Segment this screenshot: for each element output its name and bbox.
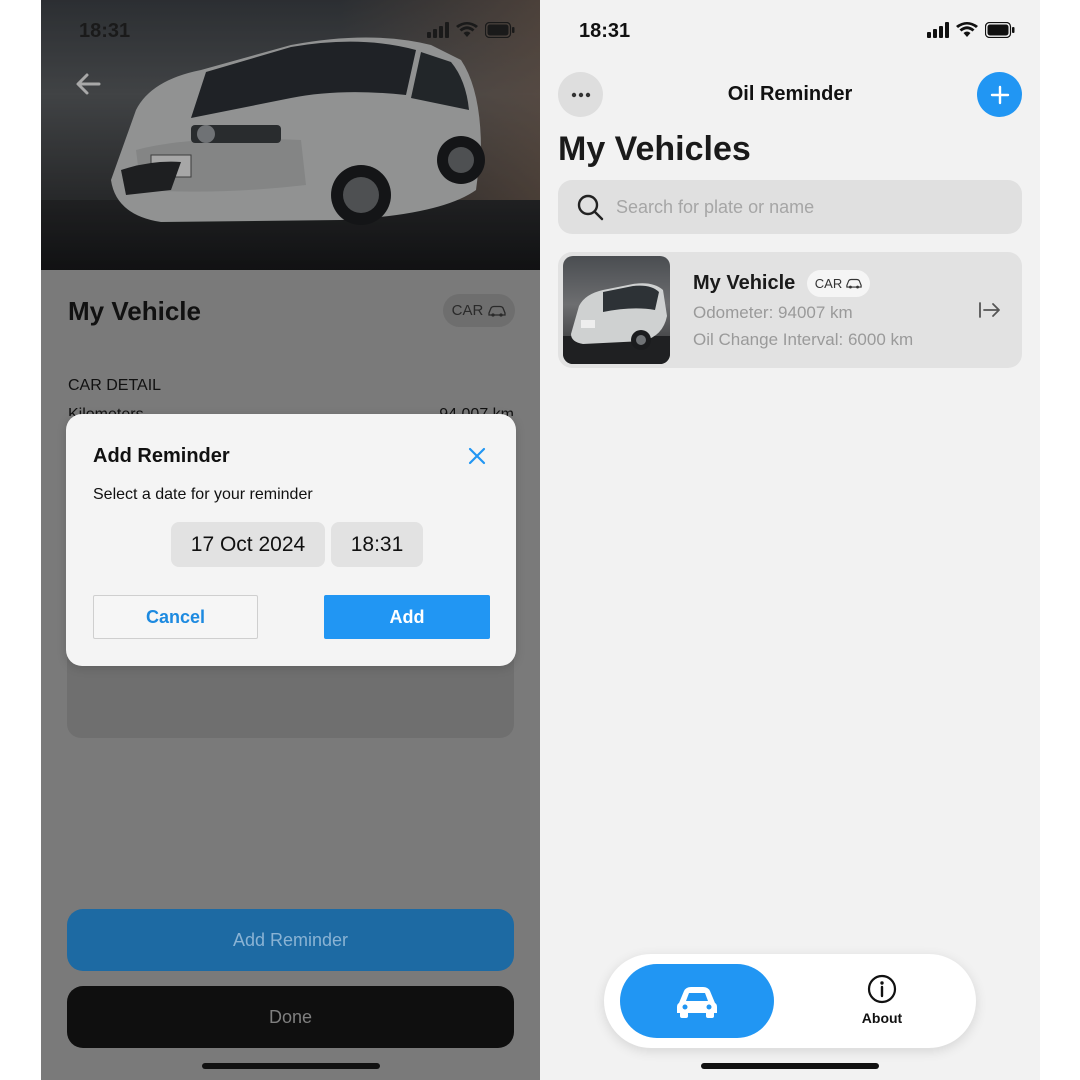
app-title: Oil Reminder — [727, 83, 853, 105]
search-icon — [577, 194, 604, 221]
dialog-title: Add Reminder — [93, 445, 230, 467]
add-reminder-dialog: Add Reminder Select a date for your remi… — [66, 414, 516, 666]
vehicle-list-screen: 18:31 Oil Reminder My Vehicles Search fo… — [540, 0, 1040, 1080]
tab-bar: About — [604, 954, 976, 1048]
close-icon[interactable] — [466, 445, 488, 467]
status-icons — [927, 22, 1015, 38]
home-indicator — [202, 1063, 380, 1069]
search-input[interactable] — [616, 196, 1006, 218]
status-time: 18:31 — [579, 20, 631, 42]
home-indicator — [701, 1063, 879, 1069]
wifi-icon — [456, 22, 478, 37]
signal-icon — [927, 22, 949, 38]
tab-about-label: About — [861, 1010, 903, 1026]
add-reminder-button[interactable]: Add Reminder — [67, 909, 514, 971]
car-outline-icon — [488, 305, 506, 317]
add-button[interactable]: Add — [324, 595, 490, 639]
done-button[interactable]: Done — [67, 986, 514, 1048]
back-arrow-icon[interactable] — [69, 64, 109, 104]
battery-icon — [985, 22, 1015, 38]
page-title: My Vehicles — [558, 130, 751, 168]
badge-label: CAR — [814, 276, 843, 291]
status-bar: 18:31 — [41, 18, 540, 46]
vehicle-type-badge: CAR — [807, 270, 870, 297]
status-time: 18:31 — [79, 20, 131, 42]
vehicle-type-badge: CAR — [443, 294, 515, 327]
vehicle-thumbnail — [563, 256, 670, 364]
odometer-text: Odometer: 94007 km — [693, 303, 853, 322]
dialog-subtitle: Select a date for your reminder — [93, 486, 313, 503]
car-outline-icon — [846, 278, 862, 289]
tab-about[interactable]: About — [834, 974, 930, 1034]
search-bar[interactable] — [558, 180, 1022, 234]
add-vehicle-button[interactable] — [977, 72, 1022, 117]
info-icon — [867, 974, 897, 1004]
screenshot-stage: 18:31 My Vehicle CAR CAR DETAIL Kilomete… — [0, 0, 1080, 1080]
date-picker[interactable]: 17 Oct 2024 — [171, 522, 325, 567]
vehicle-title: My Vehicle — [68, 296, 201, 326]
status-bar: 18:31 — [540, 18, 1040, 46]
vehicle-name: My Vehicle — [693, 272, 796, 294]
plus-icon — [990, 85, 1009, 104]
tab-vehicles[interactable] — [620, 964, 774, 1038]
wifi-icon — [956, 22, 978, 37]
car-detail-heading: CAR DETAIL — [68, 377, 162, 394]
time-picker[interactable]: 18:31 — [331, 522, 423, 567]
vehicle-detail-screen: 18:31 My Vehicle CAR CAR DETAIL Kilomete… — [41, 0, 540, 1080]
oil-interval-text: Oil Change Interval: 6000 km — [693, 330, 914, 349]
open-arrow-icon[interactable] — [978, 300, 1002, 320]
signal-icon — [427, 22, 449, 38]
status-icons — [427, 22, 515, 38]
battery-icon — [485, 22, 515, 38]
cancel-button[interactable]: Cancel — [93, 595, 258, 639]
car-icon — [677, 987, 717, 1018]
badge-label: CAR — [451, 302, 484, 319]
vehicle-list-item[interactable]: My Vehicle CAR Odometer: 94007 km Oil Ch… — [558, 252, 1022, 368]
